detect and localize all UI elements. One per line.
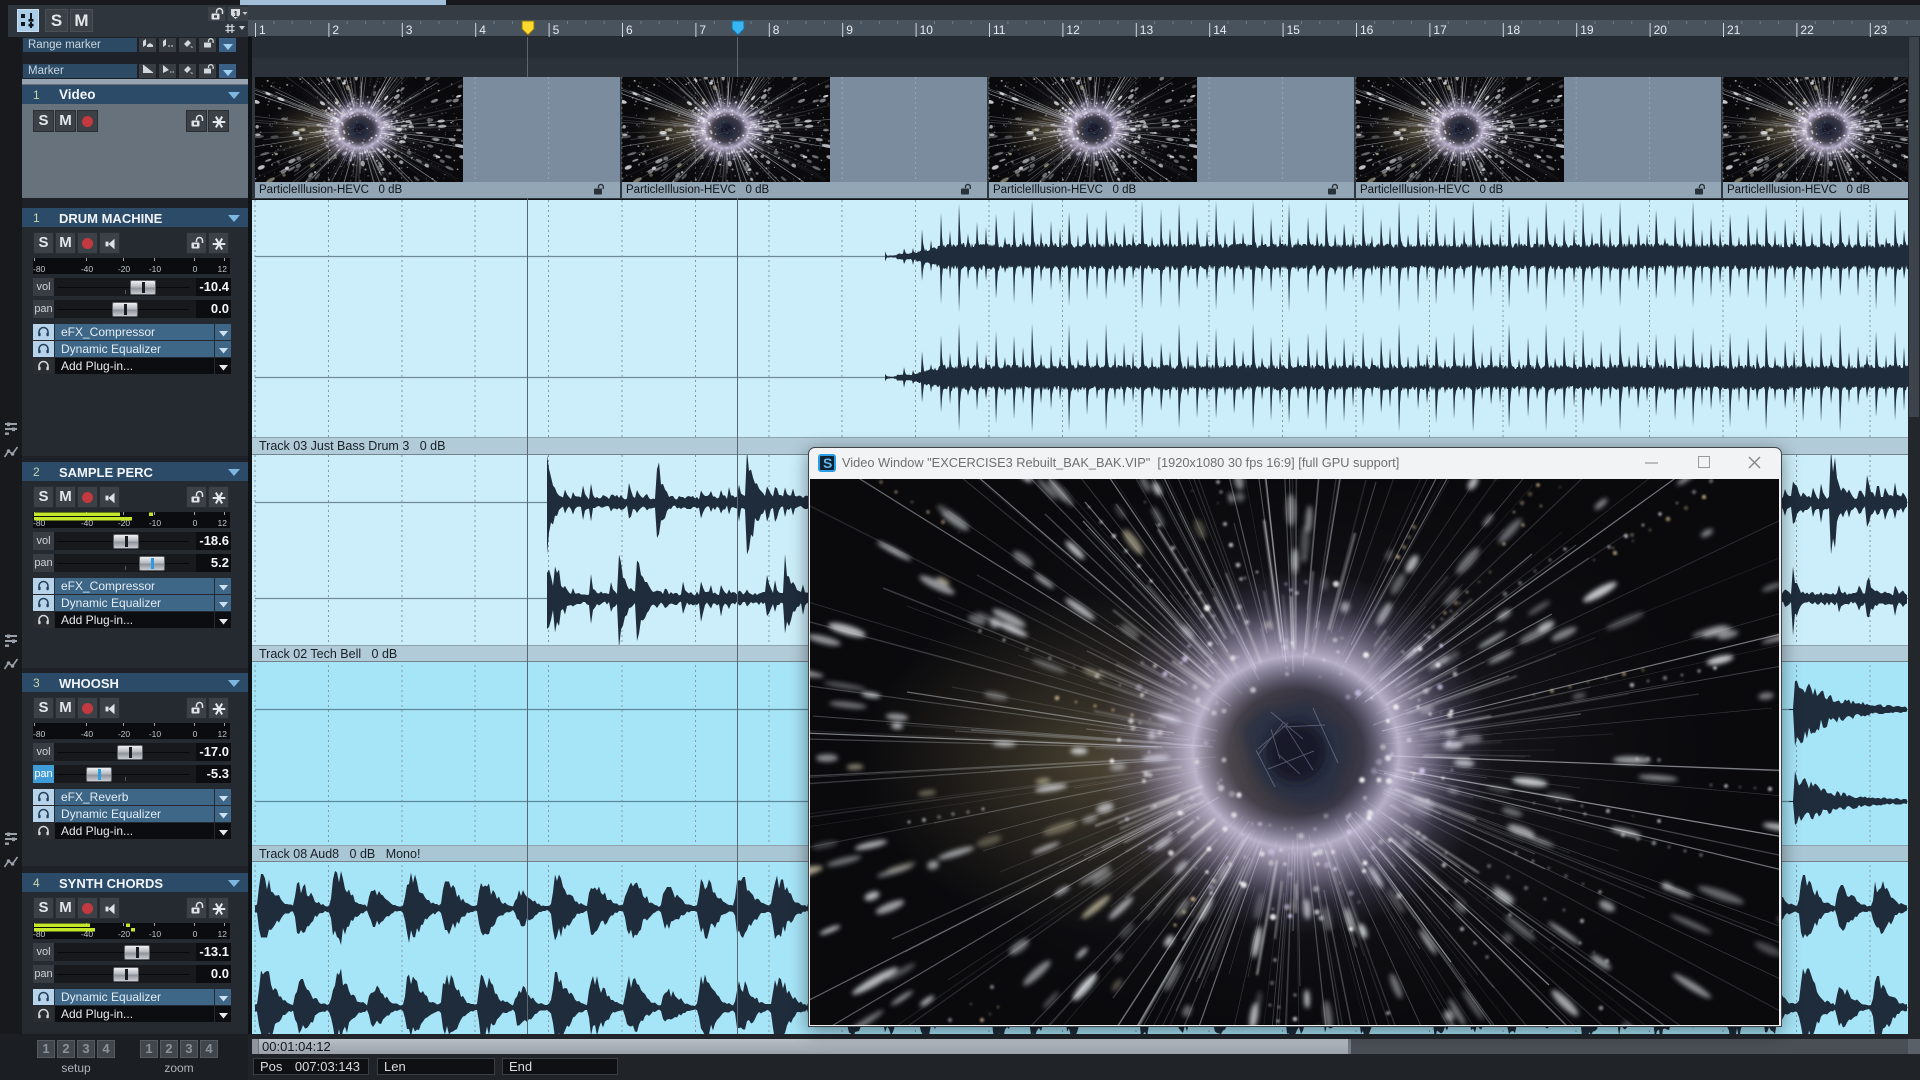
- svg-text:12: 12: [218, 929, 228, 939]
- svg-text:-10: -10: [149, 518, 162, 528]
- svg-text:-20: -20: [118, 264, 131, 274]
- svg-text:0: 0: [193, 729, 198, 739]
- svg-text:20: 20: [1654, 23, 1668, 37]
- svg-text:12: 12: [218, 518, 228, 528]
- svg-text:22: 22: [1800, 23, 1814, 37]
- svg-text:0: 0: [193, 929, 198, 939]
- svg-text:-80: -80: [33, 264, 46, 274]
- svg-text:-20: -20: [118, 729, 131, 739]
- svg-text:13: 13: [1140, 23, 1154, 37]
- svg-text:5: 5: [553, 23, 560, 37]
- svg-text:-40: -40: [81, 729, 94, 739]
- svg-text:21: 21: [1727, 23, 1741, 37]
- svg-text:12: 12: [218, 729, 228, 739]
- svg-text:14: 14: [1213, 23, 1227, 37]
- svg-text:18: 18: [1507, 23, 1521, 37]
- svg-text:-20: -20: [118, 929, 131, 939]
- svg-text:6: 6: [626, 23, 633, 37]
- svg-text:12: 12: [1066, 23, 1080, 37]
- svg-text:9: 9: [846, 23, 853, 37]
- svg-text:-80: -80: [33, 729, 46, 739]
- svg-text:-40: -40: [81, 264, 94, 274]
- svg-text:0: 0: [193, 264, 198, 274]
- svg-text:8: 8: [773, 23, 780, 37]
- svg-text:1: 1: [234, 10, 239, 19]
- svg-text:10: 10: [920, 23, 934, 37]
- svg-text:-10: -10: [149, 929, 162, 939]
- svg-text:3: 3: [406, 23, 413, 37]
- svg-text:15: 15: [1287, 23, 1301, 37]
- svg-text:1: 1: [259, 23, 266, 37]
- svg-text:-10: -10: [149, 729, 162, 739]
- svg-text:4: 4: [479, 23, 486, 37]
- svg-text:0: 0: [193, 518, 198, 528]
- svg-text:16: 16: [1360, 23, 1374, 37]
- svg-text:23: 23: [1874, 23, 1888, 37]
- svg-text:2: 2: [332, 23, 339, 37]
- svg-text:11: 11: [993, 23, 1006, 37]
- svg-text:19: 19: [1580, 23, 1594, 37]
- svg-text:-10: -10: [149, 264, 162, 274]
- svg-text:7: 7: [699, 23, 706, 37]
- svg-text:17: 17: [1433, 23, 1447, 37]
- svg-text:12: 12: [218, 264, 228, 274]
